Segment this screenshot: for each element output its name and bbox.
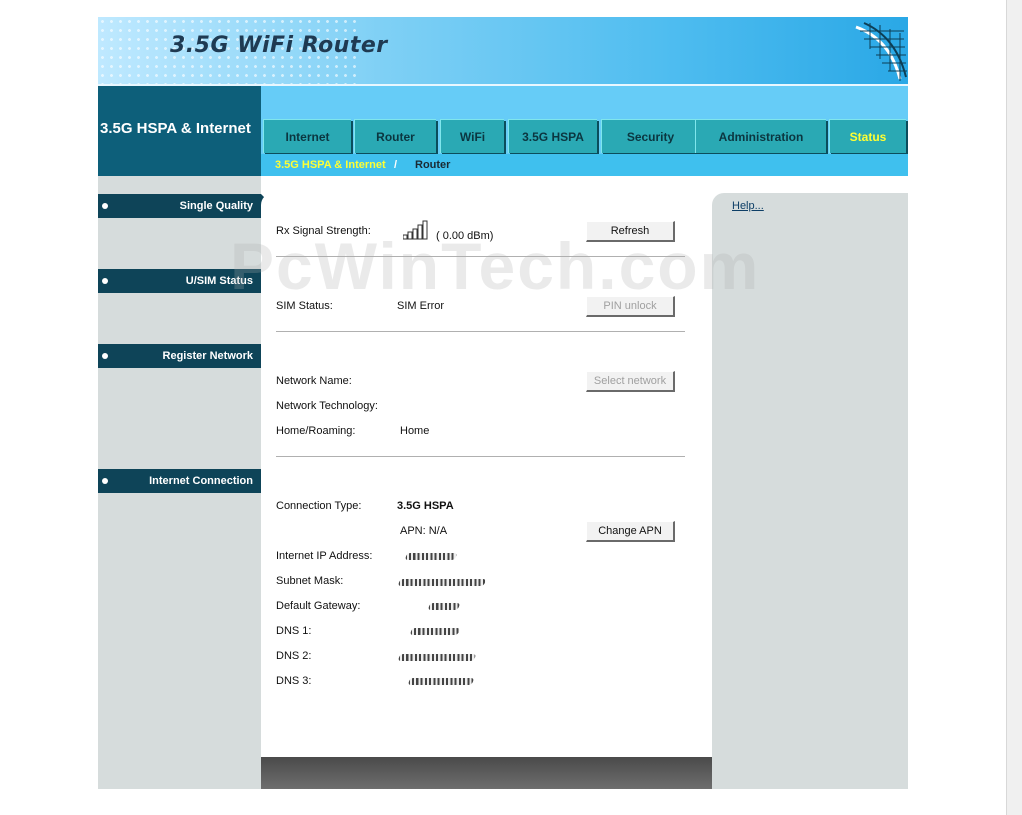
tab-status[interactable]: Status bbox=[829, 119, 906, 153]
watermark: PcWinTech.com bbox=[230, 229, 761, 303]
tab-internet[interactable]: Internet bbox=[263, 119, 351, 153]
internet-ip-label: Internet IP Address: bbox=[276, 550, 373, 562]
select-network-button[interactable]: Select network bbox=[586, 371, 675, 392]
subnet-mask-label: Subnet Mask: bbox=[276, 575, 344, 587]
network-name-label: Network Name: bbox=[276, 375, 352, 387]
tab-router[interactable]: Router bbox=[354, 119, 436, 153]
redacted-value bbox=[427, 603, 461, 610]
divider bbox=[276, 456, 685, 457]
bullet-icon bbox=[102, 278, 108, 284]
sidebar-item-label: Single Quality bbox=[179, 200, 253, 212]
breadcrumb: 3.5G HSPA & Internet / Router bbox=[261, 154, 908, 176]
apn-value: APN: N/A bbox=[400, 525, 448, 537]
bullet-icon bbox=[102, 203, 108, 209]
sidebar-item-register-network[interactable]: Register Network bbox=[98, 344, 261, 368]
redacted-value bbox=[407, 678, 475, 685]
connection-type-label: Connection Type: bbox=[276, 500, 362, 512]
tab-security[interactable]: Security bbox=[601, 119, 699, 153]
section-brand-label: 3.5G HSPA & Internet bbox=[100, 120, 251, 137]
dns1-label: DNS 1: bbox=[276, 625, 312, 637]
help-link[interactable]: Help... bbox=[732, 200, 764, 212]
redacted-value bbox=[397, 654, 477, 661]
tab-administration[interactable]: Administration bbox=[695, 119, 826, 153]
tab-3-5g-hspa[interactable]: 3.5G HSPA bbox=[508, 119, 597, 153]
dns2-label: DNS 2: bbox=[276, 650, 312, 662]
sidebar-item-label: Internet Connection bbox=[149, 475, 253, 487]
sidebar-item-label: Register Network bbox=[162, 350, 253, 362]
breadcrumb-current: Router bbox=[415, 159, 451, 171]
default-gateway-label: Default Gateway: bbox=[276, 600, 361, 612]
vertical-scrollbar[interactable] bbox=[1006, 0, 1022, 815]
connection-type-value: 3.5G HSPA bbox=[397, 500, 454, 512]
bullet-icon bbox=[102, 478, 108, 484]
breadcrumb-separator: / bbox=[394, 159, 398, 171]
page-title: 3.5G WiFi Router bbox=[170, 33, 388, 58]
divider bbox=[276, 331, 685, 332]
network-technology-label: Network Technology: bbox=[276, 400, 378, 412]
change-apn-button[interactable]: Change APN bbox=[586, 521, 675, 542]
dns3-label: DNS 3: bbox=[276, 675, 312, 687]
sidebar-item-internet-connection[interactable]: Internet Connection bbox=[98, 469, 261, 493]
content-footer bbox=[261, 757, 712, 789]
bullet-icon bbox=[102, 353, 108, 359]
header-banner: 3.5G WiFi Router bbox=[98, 17, 908, 84]
sidebar-item-single-quality[interactable]: Single Quality bbox=[98, 194, 261, 218]
redacted-value bbox=[404, 553, 458, 560]
satellite-dish-icon bbox=[855, 22, 907, 81]
redacted-value bbox=[409, 628, 461, 635]
tab-wifi[interactable]: WiFi bbox=[440, 119, 504, 153]
home-roaming-label: Home/Roaming: bbox=[276, 425, 356, 437]
redacted-value bbox=[397, 579, 487, 586]
router-page: 3.5G WiFi Router 3.5G HSPA & Internet In… bbox=[98, 17, 908, 789]
section-brand: 3.5G HSPA & Internet bbox=[98, 86, 261, 176]
home-roaming-value: Home bbox=[400, 425, 430, 437]
breadcrumb-parent[interactable]: 3.5G HSPA & Internet bbox=[275, 159, 386, 171]
